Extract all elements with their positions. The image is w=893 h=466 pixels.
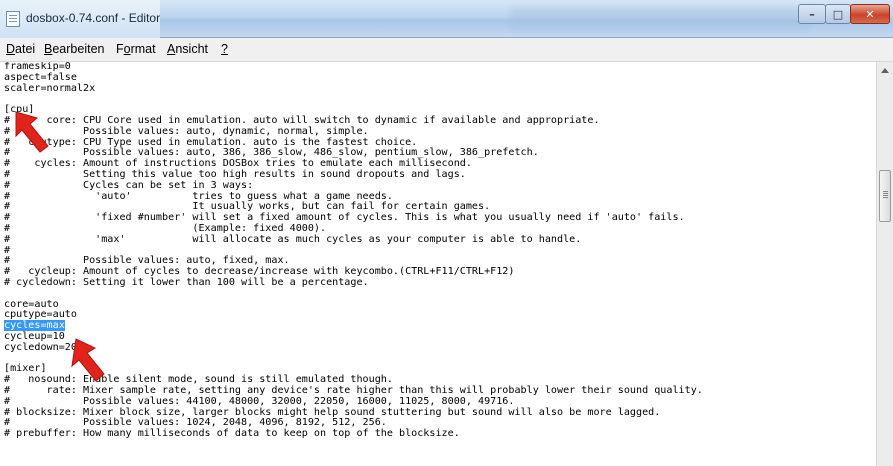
red-arrow-cpu-section <box>15 111 49 153</box>
scrollbar-thumb[interactable] <box>879 170 891 222</box>
menu-bearbeiten[interactable]: Bearbeiten <box>44 42 104 56</box>
menu-bar: Datei Bearbeiten Format Ansicht ? <box>0 38 893 62</box>
menu-datei[interactable]: Datei <box>6 42 35 56</box>
menu-help[interactable]: ? <box>221 42 228 56</box>
minimize-icon: – <box>809 7 815 21</box>
menu-ansicht[interactable]: Ansicht <box>167 42 208 56</box>
title-bar[interactable]: dosbox-0.74.conf - Editor – □ ✕ <box>0 0 893 38</box>
menu-format[interactable]: Format <box>116 42 156 56</box>
red-arrow-cycles-line <box>71 338 105 382</box>
vertical-scrollbar[interactable] <box>876 62 893 466</box>
text-before-selection: frameskip=0 aspect=false scaler=normal2x… <box>4 62 685 321</box>
selected-text: cycles=max <box>4 320 65 332</box>
maximize-icon: □ <box>832 7 844 21</box>
close-button[interactable]: ✕ <box>850 4 890 24</box>
config-text[interactable]: frameskip=0 aspect=false scaler=normal2x… <box>4 62 874 440</box>
minimize-button[interactable]: – <box>798 4 826 24</box>
maximize-button[interactable]: □ <box>825 4 851 24</box>
blurred-taskbar-region <box>510 8 810 30</box>
scroll-up-arrow-icon[interactable] <box>881 68 889 73</box>
notepad-icon[interactable] <box>6 11 20 27</box>
window-title: dosbox-0.74.conf - Editor <box>26 11 161 25</box>
close-icon: ✕ <box>865 7 875 21</box>
text-editor-area[interactable]: frameskip=0 aspect=false scaler=normal2x… <box>4 62 874 466</box>
